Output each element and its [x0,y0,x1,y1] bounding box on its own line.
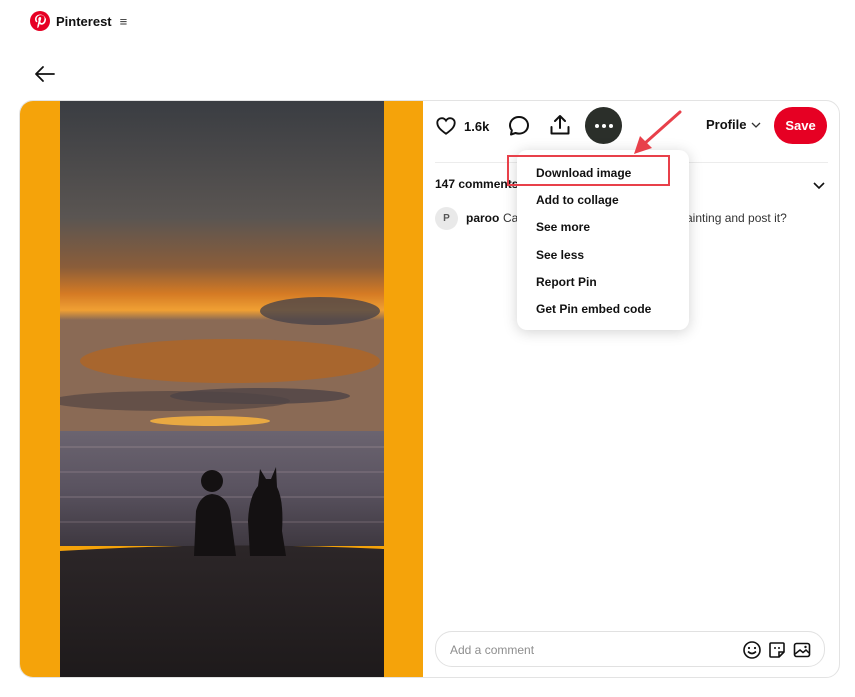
hamburger-icon[interactable]: ≡ [120,14,128,29]
emoji-icon [743,641,761,659]
comment-composer [435,631,825,667]
image-icon [793,642,811,658]
dot-icon [601,123,606,128]
share-button[interactable] [548,113,572,137]
speech-bubble-icon [509,116,529,136]
sticker-icon [769,642,785,658]
menu-item-see-less[interactable]: See less [536,248,584,262]
dot-icon [594,123,599,128]
menu-item-add-to-collage[interactable]: Add to collage [536,193,619,207]
like-count: 1.6k [464,118,490,134]
photo-upload-button[interactable] [792,640,812,660]
share-upload-icon [550,115,570,135]
menu-item-get-pin-embed-code[interactable]: Get Pin embed code [536,302,651,316]
top-bar: Pinterest ≡ [30,10,127,32]
menu-item-report-pin[interactable]: Report Pin [536,275,597,289]
pin-image[interactable] [20,101,423,677]
more-options-menu: Download image Add to collage See more S… [517,150,689,330]
comments-toggle[interactable] [812,179,826,197]
save-button[interactable]: Save [774,107,827,144]
comments-count: 147 comments [435,177,519,191]
comment-username[interactable]: paroo [466,211,499,225]
emoji-button[interactable] [742,640,762,660]
more-options-button[interactable] [585,107,622,144]
comment-text: ainting and post it? [686,211,787,225]
heart-icon [436,117,456,135]
menu-item-see-more[interactable]: See more [536,220,590,234]
sticker-button[interactable] [767,640,787,660]
comment-button[interactable] [507,114,531,138]
back-button[interactable] [33,62,57,86]
arrow-left-icon [35,66,55,82]
profile-label: Profile [706,117,747,132]
brand-name: Pinterest [56,13,112,29]
pin-card: 1.6k Profile Save 147 comments P paroo C… [19,100,840,678]
dot-icon [608,123,613,128]
menu-item-download-image[interactable]: Download image [536,166,631,180]
avatar[interactable]: P [435,207,458,230]
chevron-down-icon [752,122,761,128]
profile-dropdown[interactable]: Profile [706,117,762,132]
pinterest-logo-icon[interactable] [30,11,50,31]
like-button[interactable]: 1.6k [435,114,489,138]
comment-input[interactable] [448,638,732,662]
chevron-down-icon [813,182,825,190]
sunset-photo [60,101,384,677]
